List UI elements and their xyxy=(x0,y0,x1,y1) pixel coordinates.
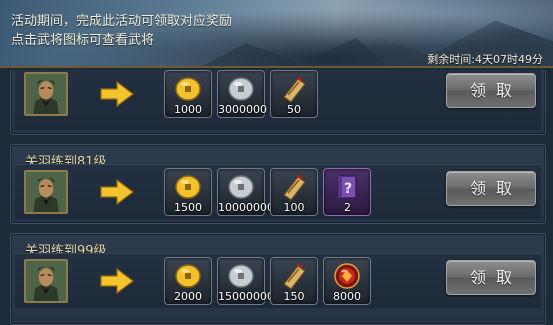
event-banner: 活动期间，完成此活动可领取对应奖励 点击武将图标可查看武将 剩余时间:4天07时… xyxy=(0,0,553,68)
warrior-portrait-icon xyxy=(26,172,66,212)
general-portrait-guan-yu[interactable] xyxy=(24,170,68,214)
arrow-right-icon xyxy=(100,268,134,294)
reward-row: 关羽练到99级 2000 15000000 150 8000 领取 xyxy=(10,233,546,325)
arrow-right-icon xyxy=(100,81,134,107)
claim-button[interactable]: 领取 xyxy=(446,260,536,295)
reward-quantity: 150 xyxy=(283,290,305,303)
reward-quantity: 8000 xyxy=(333,290,361,303)
arrow-right-icon xyxy=(100,179,134,205)
reward-item-token-scroll[interactable]: 100 xyxy=(270,168,318,216)
claim-button[interactable]: 领取 xyxy=(446,73,536,108)
token-scroll-icon xyxy=(280,75,308,103)
reward-quantity: 50 xyxy=(287,103,301,116)
reward-row-body: 1000 3000000 50 领取 xyxy=(15,70,541,130)
event-description: 活动期间，完成此活动可领取对应奖励 xyxy=(11,14,233,29)
reward-item-silver-coin[interactable]: 3000000 xyxy=(217,70,267,118)
reward-quantity: 2000 xyxy=(174,290,202,303)
event-hint: 点击武将图标可查看武将 xyxy=(11,33,155,48)
silver-coin-icon xyxy=(227,262,255,290)
countdown-timer: 剩余时间:4天07时49分 xyxy=(427,53,543,66)
general-portrait-guan-yu[interactable] xyxy=(24,259,68,303)
gold-coin-icon xyxy=(174,173,202,201)
general-portrait-guan-yu[interactable] xyxy=(24,72,68,116)
silver-coin-icon xyxy=(227,173,255,201)
reward-item-gold-coin[interactable]: 1000 xyxy=(164,70,212,118)
reward-item-gold-coin[interactable]: 2000 xyxy=(164,257,212,305)
claim-button[interactable]: 领取 xyxy=(446,171,536,206)
warrior-portrait-icon xyxy=(26,261,66,301)
reward-item-silver-coin[interactable]: 15000000 xyxy=(217,257,274,305)
reward-quantity: 1000 xyxy=(174,103,202,116)
reward-quantity: 3000000 xyxy=(218,103,267,116)
svg-text:?: ? xyxy=(344,181,352,197)
gold-coin-icon xyxy=(174,262,202,290)
silver-coin-icon xyxy=(227,75,255,103)
gold-coin-icon xyxy=(174,75,202,103)
reward-item-token-scroll[interactable]: 50 xyxy=(270,70,318,118)
reward-row-body: 2000 15000000 150 8000 领取 xyxy=(15,253,541,308)
token-scroll-icon xyxy=(280,173,308,201)
reward-row-body: 1500 10000000 100 ? 2 领取 xyxy=(15,164,541,219)
reward-quantity: 10000000 xyxy=(218,201,274,214)
reward-quantity: 15000000 xyxy=(218,290,274,303)
token-scroll-icon xyxy=(280,262,308,290)
reward-quantity: 2 xyxy=(344,201,351,214)
reward-quantity: 1500 xyxy=(174,201,202,214)
reward-item-gold-coin[interactable]: 1500 xyxy=(164,168,212,216)
mystery-book-icon: ? xyxy=(333,173,361,201)
warrior-portrait-icon xyxy=(26,74,66,114)
reward-quantity: 100 xyxy=(283,201,305,214)
reward-list[interactable]: 1000 3000000 50 领取 关羽练到81级 1500 10000000… xyxy=(0,70,553,325)
reward-item-red-gem[interactable]: 8000 xyxy=(323,257,371,305)
reward-item-token-scroll[interactable]: 150 xyxy=(270,257,318,305)
reward-item-silver-coin[interactable]: 10000000 xyxy=(217,168,274,216)
red-gem-icon xyxy=(333,262,361,290)
reward-row: 1000 3000000 50 领取 xyxy=(10,70,546,135)
reward-item-mystery-book[interactable]: ? 2 xyxy=(323,168,371,216)
reward-row: 关羽练到81级 1500 10000000 100 ? 2 领取 xyxy=(10,144,546,224)
